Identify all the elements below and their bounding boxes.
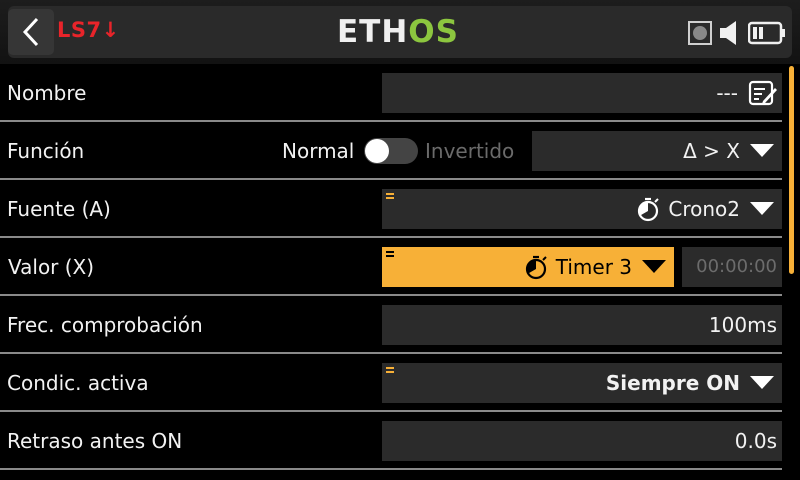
top-bar: LS7↓ ETHOS [0, 0, 800, 64]
row-valor: Valor (X) Timer 3 00:00:00 [0, 238, 790, 296]
condition-value: Siempre ON [605, 371, 740, 395]
battery-icon[interactable] [748, 21, 786, 45]
chevron-down-icon [750, 144, 774, 157]
row-label: Fuente (A) [7, 197, 111, 221]
chevron-down-icon [642, 260, 666, 273]
row-label: Condic. activa [7, 371, 149, 395]
toggle-normal-label: Normal [282, 139, 355, 163]
function-select[interactable]: Δ > X [532, 131, 782, 171]
row-label: Retraso antes ON [7, 429, 183, 453]
row-divider [0, 468, 782, 470]
value-select[interactable]: Timer 3 [382, 247, 674, 287]
menu-mark-icon [386, 251, 394, 259]
function-value: Δ > X [683, 139, 740, 163]
screen-title: LS7↓ [57, 18, 120, 42]
menu-mark-icon [386, 367, 394, 375]
value-value: Timer 3 [555, 255, 632, 279]
ethos-logo: ETHOS [337, 14, 459, 50]
status-icons [688, 20, 786, 46]
condition-select[interactable]: Siempre ON [382, 363, 782, 403]
invert-toggle[interactable] [364, 138, 418, 164]
row-label: Valor (X) [8, 255, 95, 279]
menu-mark-icon [386, 193, 394, 201]
row-label: Frec. comprobación [7, 313, 203, 337]
toggle-invertido-label: Invertido [425, 139, 515, 163]
delay-value: 0.0s [734, 429, 777, 453]
source-value: Crono2 [668, 197, 740, 221]
timer-icon [638, 197, 660, 221]
row-condicion: Condic. activa Siempre ON [0, 354, 790, 412]
toggle-knob [365, 139, 389, 163]
frequency-field[interactable]: 100ms [382, 305, 782, 345]
time-value: 00:00:00 [696, 256, 777, 277]
frequency-value: 100ms [708, 313, 777, 337]
record-icon[interactable] [688, 21, 712, 45]
source-select[interactable]: Crono2 [382, 189, 782, 229]
name-field[interactable]: --- [382, 73, 782, 113]
row-nombre: Nombre --- [0, 64, 790, 122]
row-fuente: Fuente (A) Crono2 [0, 180, 790, 238]
speaker-icon[interactable] [718, 20, 742, 46]
timer-icon [525, 255, 547, 279]
chevron-down-icon [750, 202, 774, 215]
row-frecuencia: Frec. comprobación 100ms [0, 296, 790, 354]
time-field: 00:00:00 [682, 247, 782, 287]
delay-field[interactable]: 0.0s [382, 421, 782, 461]
back-button[interactable] [8, 9, 54, 55]
row-label: Nombre [7, 81, 87, 105]
edit-text-icon[interactable] [748, 79, 778, 107]
back-arrow-icon [22, 17, 39, 47]
row-label: Función [7, 139, 85, 163]
row-retraso: Retraso antes ON 0.0s [0, 412, 790, 470]
name-value: --- [716, 81, 738, 105]
settings-list: Nombre --- Función Normal Invertido Δ > … [0, 64, 800, 480]
chevron-down-icon [750, 376, 774, 389]
